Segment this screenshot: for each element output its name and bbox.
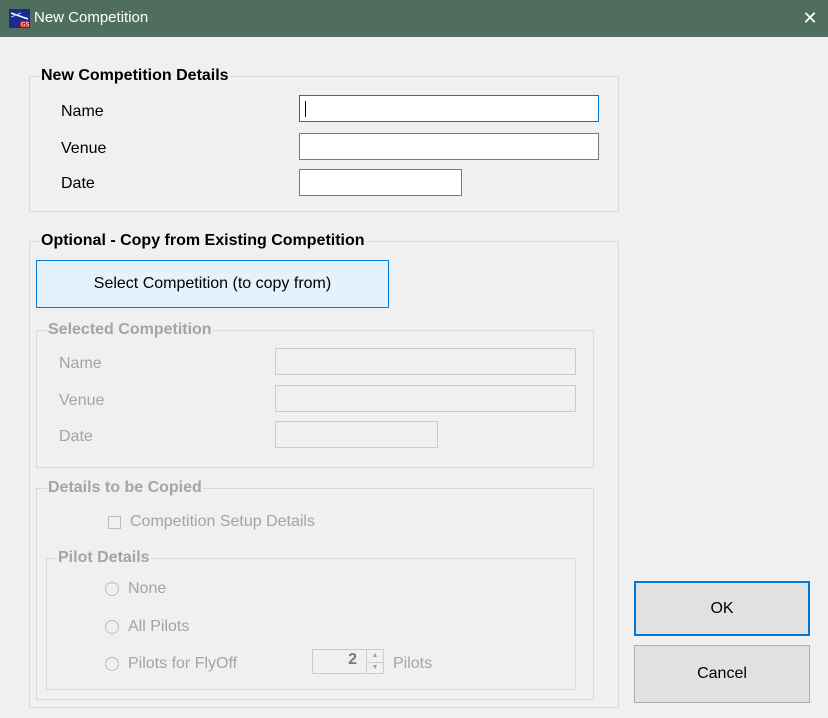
svg-text:GS: GS <box>21 22 30 29</box>
pilots-suffix-label: Pilots <box>393 655 433 672</box>
pilot-all-label: All Pilots <box>128 618 190 635</box>
selected-name-label: Name <box>59 355 102 372</box>
selected-date-label: Date <box>59 428 93 445</box>
pilot-flyoff-label: Pilots for FlyOff <box>128 655 238 672</box>
flyoff-count-value: 2 <box>348 651 357 668</box>
chevron-down-icon[interactable]: ▼ <box>367 662 383 674</box>
pilot-none-radio[interactable] <box>105 582 119 596</box>
date-input[interactable] <box>299 169 462 196</box>
selected-date-field <box>275 421 438 448</box>
name-label: Name <box>61 103 104 120</box>
pilot-none-label: None <box>128 580 167 597</box>
selected-venue-field <box>275 385 576 412</box>
pilot-flyoff-radio[interactable] <box>105 657 119 671</box>
app-icon: GS <box>9 9 30 28</box>
title-bar: GS New Competition ✕ <box>0 0 828 37</box>
text-caret <box>305 101 306 117</box>
group-legend: Details to be Copied <box>47 479 203 497</box>
group-legend: Selected Competition <box>47 321 213 339</box>
venue-input[interactable] <box>299 133 599 160</box>
selected-venue-label: Venue <box>59 392 105 409</box>
pilot-all-radio[interactable] <box>105 620 119 634</box>
group-legend: Optional - Copy from Existing Competitio… <box>40 232 366 250</box>
date-label: Date <box>61 175 95 192</box>
flyoff-count-stepper[interactable]: 2 ▲ ▼ <box>312 649 384 674</box>
group-legend: Pilot Details <box>57 549 151 567</box>
close-icon[interactable]: ✕ <box>792 0 828 37</box>
name-input[interactable] <box>299 95 599 122</box>
select-competition-button[interactable]: Select Competition (to copy from) <box>36 260 389 308</box>
window-title: New Competition <box>34 9 149 26</box>
selected-name-field <box>275 348 576 375</box>
cancel-button[interactable]: Cancel <box>634 645 810 703</box>
ok-button[interactable]: OK <box>634 581 810 636</box>
competition-setup-label: Competition Setup Details <box>130 513 315 530</box>
pilot-details-group: Pilot Details <box>46 549 576 690</box>
competition-setup-checkbox[interactable] <box>108 516 121 529</box>
group-legend: New Competition Details <box>40 67 230 85</box>
venue-label: Venue <box>61 140 107 157</box>
